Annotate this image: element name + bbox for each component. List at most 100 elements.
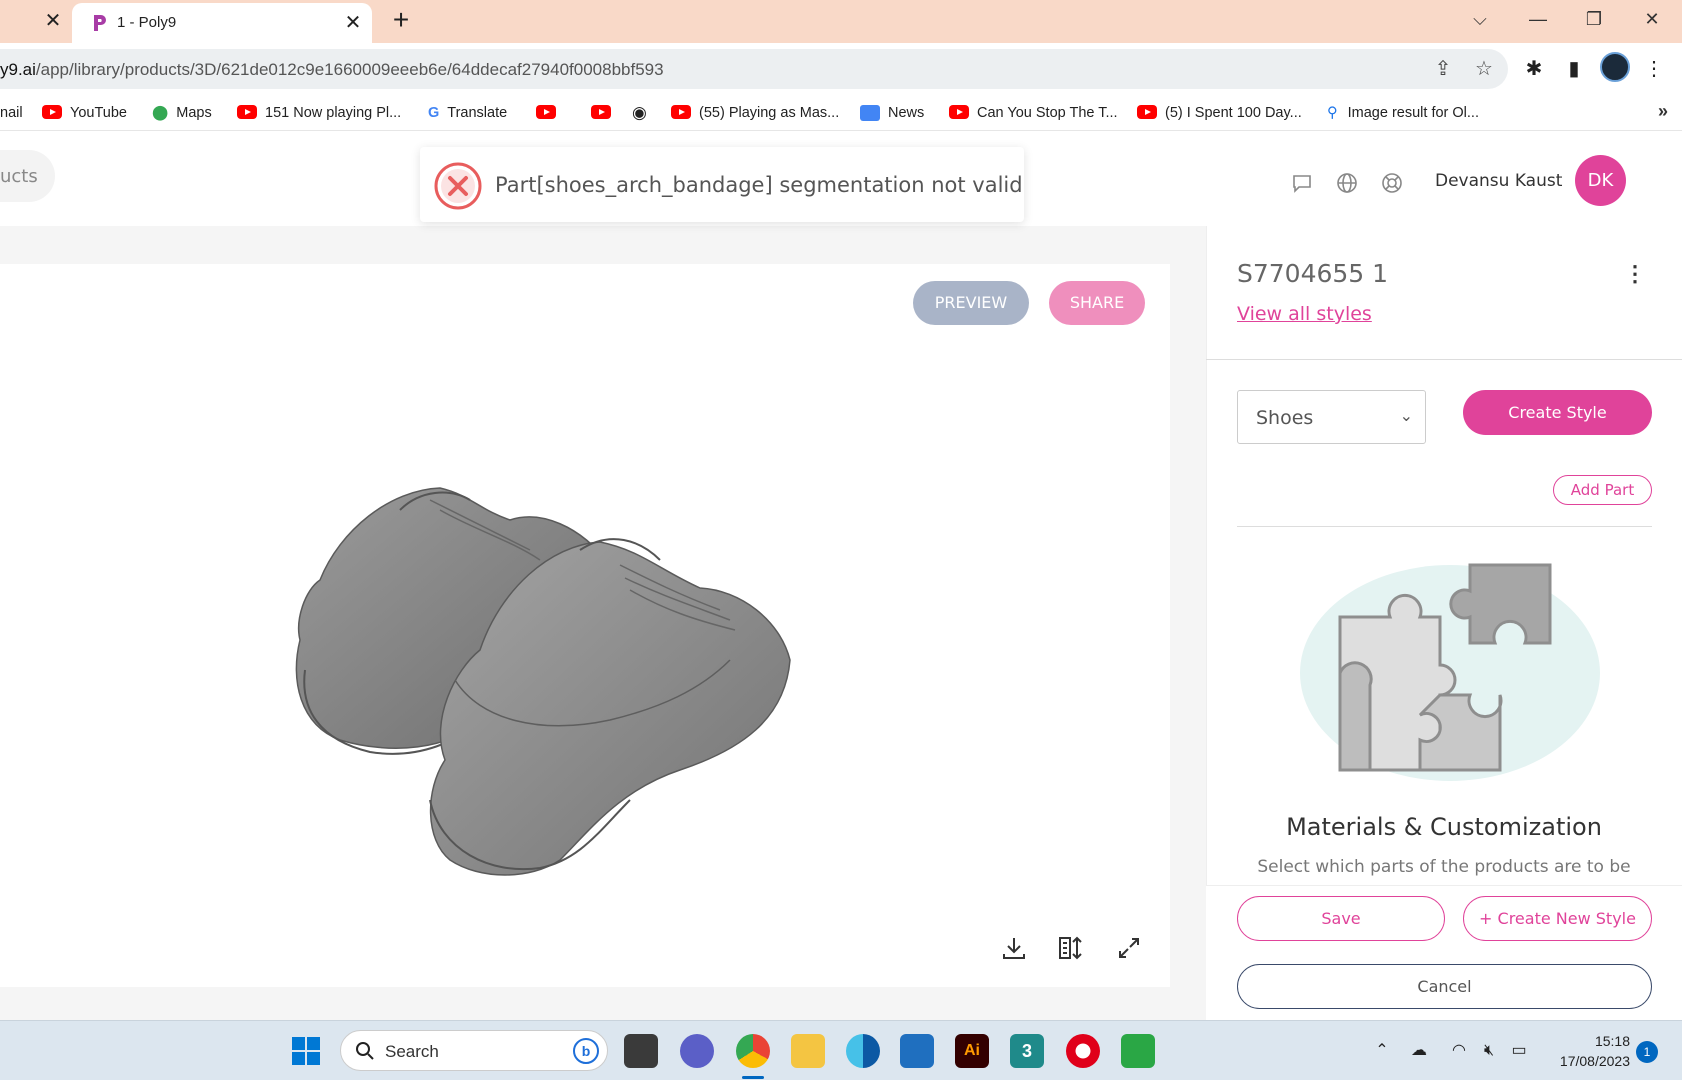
illustrator-icon[interactable]: Ai	[955, 1034, 989, 1068]
clock-time: 15:18	[1594, 1033, 1630, 1049]
category-select[interactable]: Shoes ⌄	[1237, 390, 1426, 444]
cancel-button[interactable]: Cancel	[1237, 964, 1652, 1009]
opera-icon[interactable]	[1066, 1034, 1100, 1068]
view-all-styles-link[interactable]: View all styles	[1237, 303, 1372, 325]
compare-icon[interactable]	[1055, 932, 1087, 964]
extensions-puzzle-icon[interactable]: ✱	[1520, 55, 1548, 83]
bookmark-globe[interactable]: ◉	[632, 103, 647, 123]
section-divider	[1237, 526, 1652, 527]
share-page-icon[interactable]: ⇪	[1430, 56, 1456, 82]
translate-icon: G	[428, 105, 440, 121]
onedrive-icon[interactable]: ☁	[1407, 1039, 1431, 1063]
bookmark-youtube-playing[interactable]: (55) Playing as Mas...	[671, 103, 839, 123]
user-name[interactable]: Devansu Kaust	[1435, 171, 1562, 191]
wifi-icon[interactable]: ◠	[1447, 1039, 1471, 1063]
battery-icon[interactable]: ▭	[1507, 1039, 1531, 1063]
file-explorer-icon[interactable]	[791, 1034, 825, 1068]
notification-badge[interactable]: 1	[1636, 1041, 1658, 1063]
chevron-down-icon: ⌄	[1399, 408, 1413, 425]
materials-customization-title: Materials & Customization	[1286, 813, 1602, 841]
browser-toolbar: y9.ai/app/library/products/3D/621de012c9…	[0, 43, 1682, 95]
puzzle-pieces-illustration	[1300, 563, 1600, 781]
search-icon: ⚲	[1327, 105, 1338, 121]
taskbar-clock[interactable]: 15:18 17/08/2023	[1550, 1031, 1630, 1071]
search-text: ucts	[0, 166, 38, 187]
download-manager-icon[interactable]	[1121, 1034, 1155, 1068]
browser-profile-avatar[interactable]	[1600, 52, 1630, 82]
url-path: /app/library/products/3D/621de012c9e1660…	[35, 60, 664, 79]
fullscreen-icon[interactable]	[1113, 932, 1145, 964]
tab-search-chevron-icon[interactable]: ⌵	[1460, 4, 1500, 34]
globe-icon: ◉	[632, 103, 647, 122]
bookmark-youtube-100-days[interactable]: (5) I Spent 100 Day...	[1137, 103, 1302, 123]
bookmark-star-icon[interactable]: ☆	[1471, 56, 1497, 82]
globe-icon[interactable]	[1335, 171, 1359, 195]
active-tab[interactable]: 1 - Poly9 ✕	[72, 3, 372, 43]
library-search-input[interactable]: ucts	[0, 150, 55, 202]
bookmark-gmail[interactable]: nail	[0, 103, 23, 123]
bookmark-youtube-stop[interactable]: Can You Stop The T...	[949, 103, 1118, 123]
create-style-button[interactable]: Create Style	[1463, 390, 1652, 435]
save-button[interactable]: Save	[1237, 896, 1445, 941]
preview-button[interactable]: PREVIEW	[913, 281, 1029, 325]
volume-muted-icon[interactable]: 🔇︎	[1477, 1039, 1501, 1063]
share-button[interactable]: SHARE	[1049, 281, 1145, 325]
microsoft-store-icon[interactable]	[900, 1034, 934, 1068]
search-icon	[356, 1042, 374, 1060]
taskbar-search-label: Search	[385, 1042, 439, 1061]
youtube-icon	[42, 105, 62, 120]
new-tab-button[interactable]: +	[386, 5, 416, 35]
bing-icon[interactable]: b	[573, 1038, 599, 1064]
taskbar-search-input[interactable]: Search b	[340, 1030, 608, 1071]
minimize-button[interactable]: —	[1518, 4, 1558, 34]
bookmark-maps[interactable]: ⬤ Maps	[152, 103, 212, 123]
bookmark-youtube-now-playing[interactable]: 151 Now playing Pl...	[237, 103, 401, 123]
more-options-icon[interactable]: ⋮	[1623, 260, 1647, 288]
panel-divider	[1206, 359, 1682, 360]
tab-close-button[interactable]: ✕	[340, 10, 366, 36]
browser-menu-icon[interactable]: ⋮	[1640, 55, 1668, 83]
bookmark-news[interactable]: News	[860, 103, 924, 123]
browser-tab-strip: ✕ 1 - Poly9 ✕ + ⌵ — ❐ ✕	[0, 0, 1682, 43]
maps-icon: ⬤	[152, 105, 169, 121]
error-x-icon	[434, 162, 482, 210]
clock-date: 17/08/2023	[1559, 1053, 1630, 1069]
url-host: y9.ai	[0, 60, 36, 79]
add-part-button[interactable]: Add Part	[1553, 475, 1652, 505]
news-icon	[860, 105, 880, 122]
previous-tab-close-button[interactable]: ✕	[40, 8, 66, 34]
edge-icon[interactable]	[846, 1034, 880, 1068]
task-view-icon[interactable]	[624, 1034, 658, 1068]
bookmarks-overflow-icon[interactable]: »	[1658, 101, 1668, 122]
chrome-icon[interactable]	[736, 1034, 770, 1068]
bookmark-youtube-1[interactable]	[536, 103, 564, 123]
url-text[interactable]: y9.ai/app/library/products/3D/621de012c9…	[0, 60, 664, 80]
3ds-max-icon[interactable]: 3	[1010, 1034, 1044, 1068]
download-icon[interactable]	[998, 932, 1030, 964]
windows-start-icon[interactable]	[291, 1036, 321, 1066]
bookmark-translate[interactable]: G Translate	[428, 103, 507, 123]
youtube-icon	[591, 105, 611, 120]
chat-icon[interactable]	[1290, 171, 1314, 195]
show-hidden-icons-chevron-icon[interactable]: ⌃	[1370, 1039, 1394, 1063]
bookmarks-bar: nail YouTube ⬤ Maps 151 Now playing Pl...…	[0, 95, 1682, 131]
bookmark-youtube[interactable]: YouTube	[42, 103, 127, 123]
category-select-value: Shoes	[1256, 407, 1314, 429]
user-avatar[interactable]: DK	[1575, 155, 1626, 206]
address-bar[interactable]: y9.ai/app/library/products/3D/621de012c9…	[0, 49, 1508, 89]
teams-chat-icon[interactable]	[680, 1034, 714, 1068]
toast-message: Part[shoes_arch_bandage] segmentation no…	[495, 173, 1023, 197]
help-lifebuoy-icon[interactable]	[1380, 171, 1404, 195]
bookmark-youtube-2[interactable]	[591, 103, 619, 123]
poly9-favicon-icon	[94, 15, 106, 31]
youtube-icon	[949, 105, 969, 120]
side-panel-icon[interactable]: ▮	[1560, 55, 1588, 83]
youtube-icon	[237, 105, 257, 120]
bookmark-image-result[interactable]: ⚲ Image result for Ol...	[1327, 103, 1479, 123]
youtube-icon	[1137, 105, 1157, 120]
materials-customization-subtitle: Select which parts of the products are t…	[1257, 857, 1631, 877]
shoe-3d-model[interactable]	[280, 470, 840, 910]
restore-button[interactable]: ❐	[1574, 4, 1614, 34]
close-window-button[interactable]: ✕	[1632, 4, 1672, 34]
create-new-style-button[interactable]: + Create New Style	[1463, 896, 1652, 941]
